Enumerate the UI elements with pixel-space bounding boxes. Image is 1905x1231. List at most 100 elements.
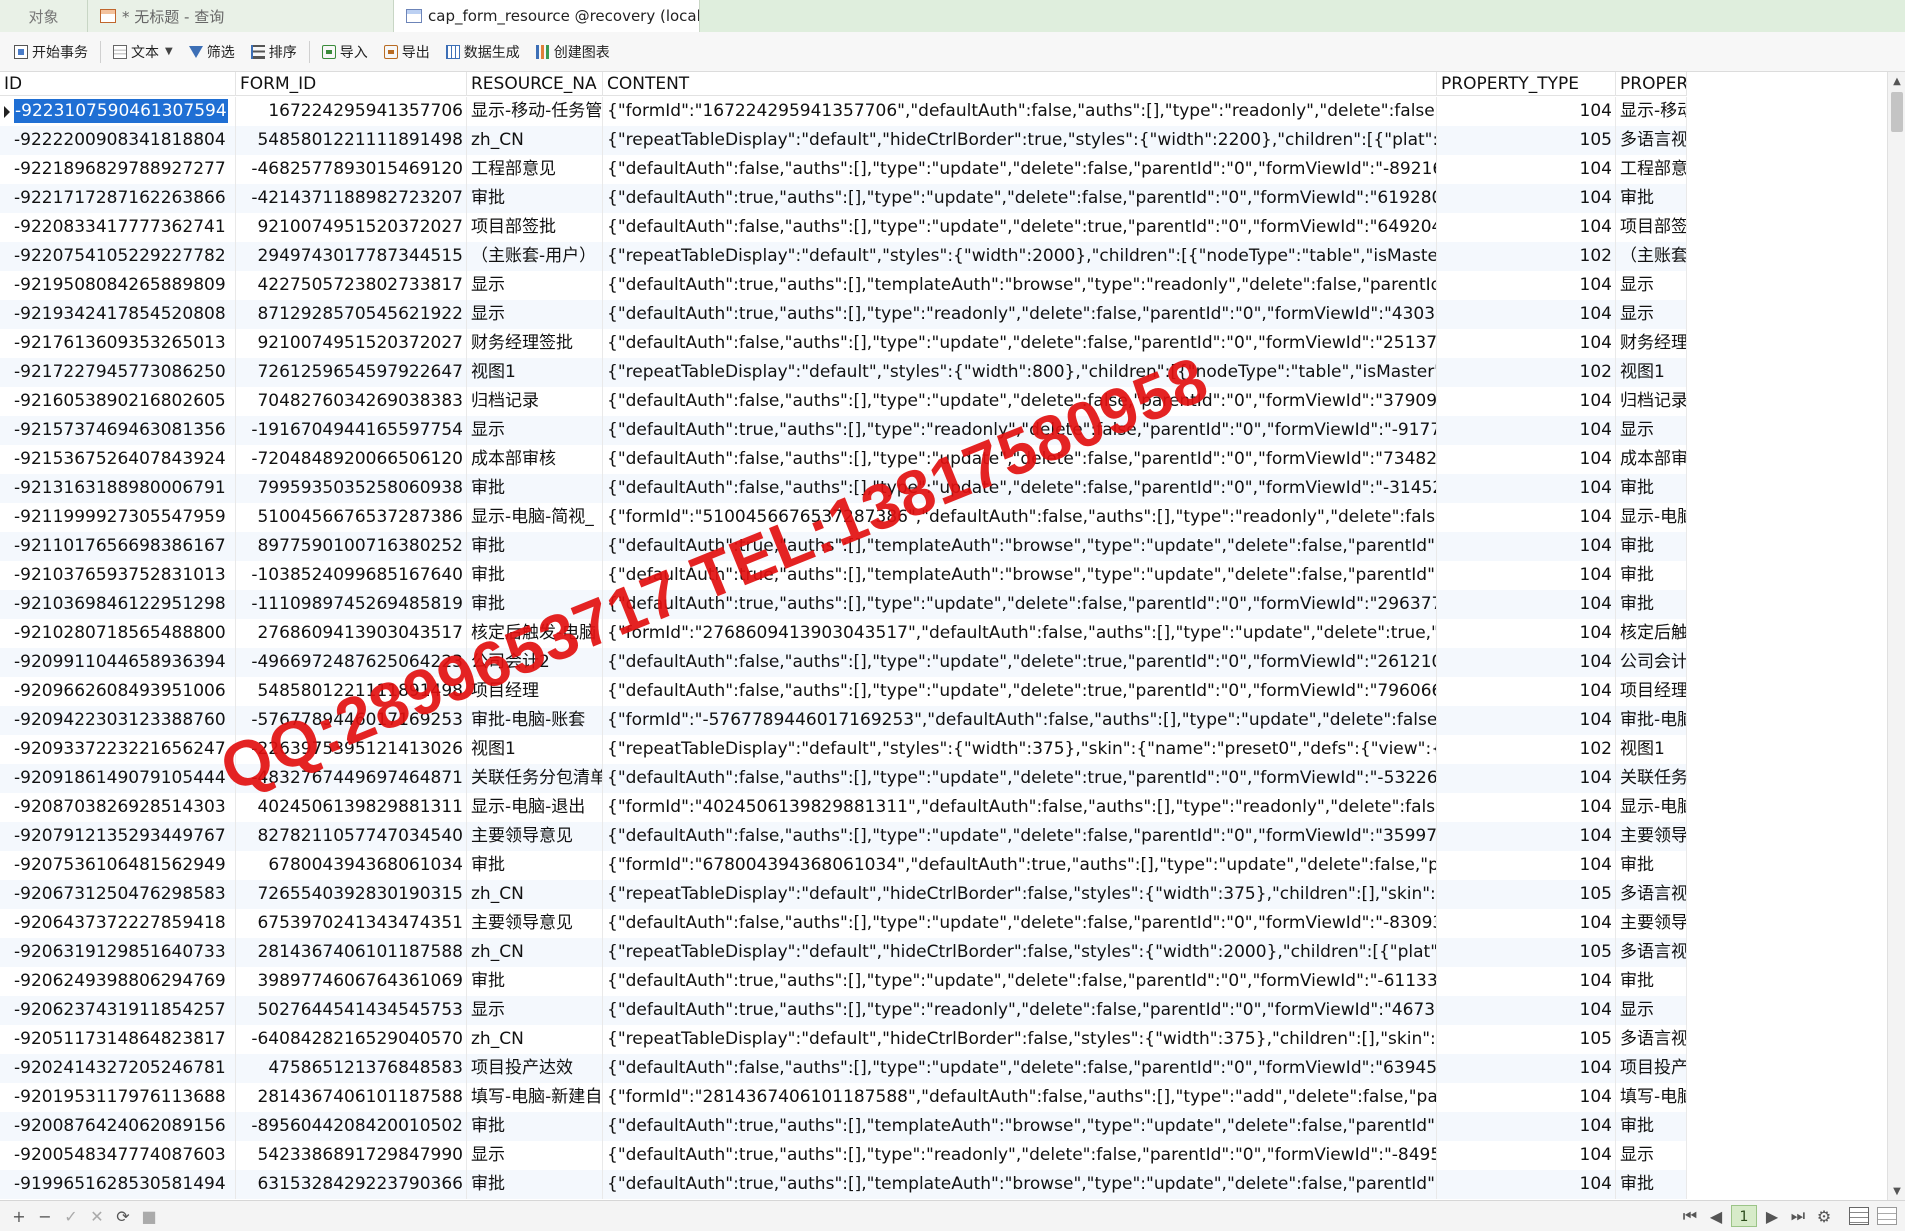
first-page-button[interactable]: ⏮ — [1679, 1205, 1701, 1227]
cell-property-type[interactable]: 104 — [1437, 300, 1616, 329]
cell-id[interactable]: -9206249398806294769 — [0, 967, 236, 996]
column-header-form-id[interactable]: FORM_ID — [236, 72, 467, 96]
column-header-content[interactable]: CONTENT — [603, 72, 1437, 96]
cell-resource-name[interactable]: 工程部意见 — [467, 155, 603, 184]
cell-proper[interactable]: 显示-电脑 — [1616, 503, 1687, 532]
table-row[interactable]: -9201953117976113688 2814367406101187588 填… — [0, 1083, 1687, 1112]
cell-proper[interactable]: 核定后触 — [1616, 619, 1687, 648]
cell-property-type[interactable]: 104 — [1437, 184, 1616, 213]
cell-content[interactable]: {"defaultAuth":false,"auths":[],"type":"… — [603, 387, 1437, 416]
column-header-property-type[interactable]: PROPERTY_TYPE — [1437, 72, 1616, 96]
cell-property-type[interactable]: 104 — [1437, 532, 1616, 561]
table-row[interactable]: -9211999927305547959 5100456676537287386 显… — [0, 503, 1687, 532]
cell-resource-name[interactable]: 审批 — [467, 1170, 603, 1199]
cell-content[interactable]: {"defaultAuth":false,"auths":[],"type":"… — [603, 909, 1437, 938]
cell-content[interactable]: {"defaultAuth":true,"auths":[],"type":"u… — [603, 184, 1437, 213]
create-chart-button[interactable]: 创建图表 — [528, 37, 618, 67]
sort-button[interactable]: 排序 — [243, 37, 305, 67]
cell-form-id[interactable]: -1110989745269485819 — [236, 590, 467, 619]
cell-id[interactable]: -9216053890216802605 — [0, 387, 236, 416]
cell-form-id[interactable]: 5485801221111891498 — [236, 677, 467, 706]
page-number-input[interactable]: 1 — [1731, 1205, 1757, 1227]
cell-property-type[interactable]: 104 — [1437, 851, 1616, 880]
next-page-button[interactable]: ▶ — [1761, 1205, 1783, 1227]
cell-resource-name[interactable]: 审批 — [467, 590, 603, 619]
cell-property-type[interactable]: 104 — [1437, 1083, 1616, 1112]
cell-id[interactable]: -9220833417777362741 — [0, 213, 236, 242]
cell-property-type[interactable]: 104 — [1437, 619, 1616, 648]
cell-id[interactable]: -9206731250476298583 — [0, 880, 236, 909]
cell-resource-name[interactable]: 项目投产达效 — [467, 1054, 603, 1083]
cell-id[interactable]: -9210369846122951298 — [0, 590, 236, 619]
cell-id[interactable]: -9209911044658936394 — [0, 648, 236, 677]
cell-id[interactable]: -9206319129851640733 — [0, 938, 236, 967]
cell-form-id[interactable]: -8956044208420010502 — [236, 1112, 467, 1141]
cell-resource-name[interactable]: 显示 — [467, 300, 603, 329]
cell-property-type[interactable]: 104 — [1437, 97, 1616, 126]
table-row[interactable]: -9221717287162263866 -4214371188982723207… — [0, 184, 1687, 213]
cell-form-id[interactable]: 6315328429223790366 — [236, 1170, 467, 1199]
cell-content[interactable]: {"repeatTableDisplay":"default","styles"… — [603, 735, 1437, 764]
cell-content[interactable]: {"defaultAuth":false,"auths":[],"type":"… — [603, 329, 1437, 358]
table-row[interactable]: -9209662608493951006 5485801221111891498 项… — [0, 677, 1687, 706]
cell-resource-name[interactable]: 审批 — [467, 184, 603, 213]
cell-resource-name[interactable]: 填写-电脑-新建自 — [467, 1083, 603, 1112]
cell-property-type[interactable]: 104 — [1437, 648, 1616, 677]
cell-content[interactable]: {"defaultAuth":true,"auths":[],"type":"r… — [603, 416, 1437, 445]
cell-property-type[interactable]: 104 — [1437, 445, 1616, 474]
cell-content[interactable]: {"defaultAuth":true,"auths":[],"type":"r… — [603, 1141, 1437, 1170]
cell-proper[interactable]: 多语言视 — [1616, 1025, 1687, 1054]
cell-form-id[interactable]: 7995935035258060938 — [236, 474, 467, 503]
cell-proper[interactable]: 审批 — [1616, 851, 1687, 880]
cell-id[interactable]: -9207536106481562949 — [0, 851, 236, 880]
cell-resource-name[interactable]: 显示-移动-任务管 — [467, 97, 603, 126]
vertical-scrollbar[interactable]: ▲ ▼ — [1887, 72, 1905, 1200]
table-row[interactable]: -9217613609353265013 9210074951520372027 财… — [0, 329, 1687, 358]
cell-resource-name[interactable]: 审批 — [467, 967, 603, 996]
cell-proper[interactable]: 显示 — [1616, 271, 1687, 300]
cell-id[interactable]: -9207912135293449767 — [0, 822, 236, 851]
cell-form-id[interactable]: 2814367406101187588 — [236, 1083, 467, 1112]
table-row[interactable]: -9206437372227859418 6753970241343474351 主… — [0, 909, 1687, 938]
cell-property-type[interactable]: 104 — [1437, 1054, 1616, 1083]
cell-form-id[interactable]: -2263975395121413026 — [236, 735, 467, 764]
cell-resource-name[interactable]: 项目经理 — [467, 677, 603, 706]
last-page-button[interactable]: ⏭ — [1787, 1205, 1809, 1227]
table-row[interactable]: -9209337223221656247 -2263975395121413026… — [0, 735, 1687, 764]
table-row[interactable]: -9206249398806294769 3989774606764361069 审… — [0, 967, 1687, 996]
cell-resource-name[interactable]: 主要领导意见 — [467, 909, 603, 938]
cell-content[interactable]: {"formId":"678004394368061034","defaultA… — [603, 851, 1437, 880]
table-row[interactable]: -9221896829788927277 -4682577893015469120… — [0, 155, 1687, 184]
cell-proper[interactable]: 审批 — [1616, 561, 1687, 590]
cell-id[interactable]: -9210280718565488800 — [0, 619, 236, 648]
cell-content[interactable]: {"repeatTableDisplay":"default","styles"… — [603, 242, 1437, 271]
cell-proper[interactable]: 项目部签 — [1616, 213, 1687, 242]
cell-content[interactable]: {"repeatTableDisplay":"default","hideCtr… — [603, 880, 1437, 909]
stop-button[interactable]: ■ — [138, 1205, 160, 1227]
cell-id[interactable]: -9221896829788927277 — [0, 155, 236, 184]
cell-property-type[interactable]: 104 — [1437, 996, 1616, 1025]
tab-table-data[interactable]: cap_form_resource @recovery (local... — [394, 0, 700, 32]
table-row[interactable]: -9213163188980006791 7995935035258060938 审… — [0, 474, 1687, 503]
data-generation-button[interactable]: 数据生成 — [438, 37, 528, 67]
cell-property-type[interactable]: 104 — [1437, 155, 1616, 184]
cell-property-type[interactable]: 102 — [1437, 358, 1616, 387]
cell-proper[interactable]: 主要领导 — [1616, 822, 1687, 851]
tab-untitled-query[interactable]: * 无标题 - 查询 — [88, 0, 394, 32]
table-row[interactable]: -9209422303123388760 -5767789446017169253… — [0, 706, 1687, 735]
column-header-id[interactable]: ID — [0, 72, 236, 96]
cell-resource-name[interactable]: 核定后触发-电脑 — [467, 619, 603, 648]
table-row[interactable]: -9220833417777362741 9210074951520372027 项… — [0, 213, 1687, 242]
cell-proper[interactable]: 显示-电脑 — [1616, 793, 1687, 822]
cell-form-id[interactable]: 7265540392830190315 — [236, 880, 467, 909]
cell-id[interactable]: -9206437372227859418 — [0, 909, 236, 938]
cell-form-id[interactable]: 5100456676537287386 — [236, 503, 467, 532]
filter-button[interactable]: 筛选 — [181, 37, 243, 67]
column-header-proper[interactable]: PROPER — [1616, 72, 1687, 96]
cell-proper[interactable]: 多语言视 — [1616, 126, 1687, 155]
discard-changes-button[interactable]: ✕ — [86, 1205, 108, 1227]
cell-id[interactable]: -9219508084265889809 — [0, 271, 236, 300]
cell-property-type[interactable]: 104 — [1437, 1141, 1616, 1170]
cell-resource-name[interactable]: 成本部审核 — [467, 445, 603, 474]
cell-id[interactable]: -9223107590461307594 — [0, 97, 236, 126]
